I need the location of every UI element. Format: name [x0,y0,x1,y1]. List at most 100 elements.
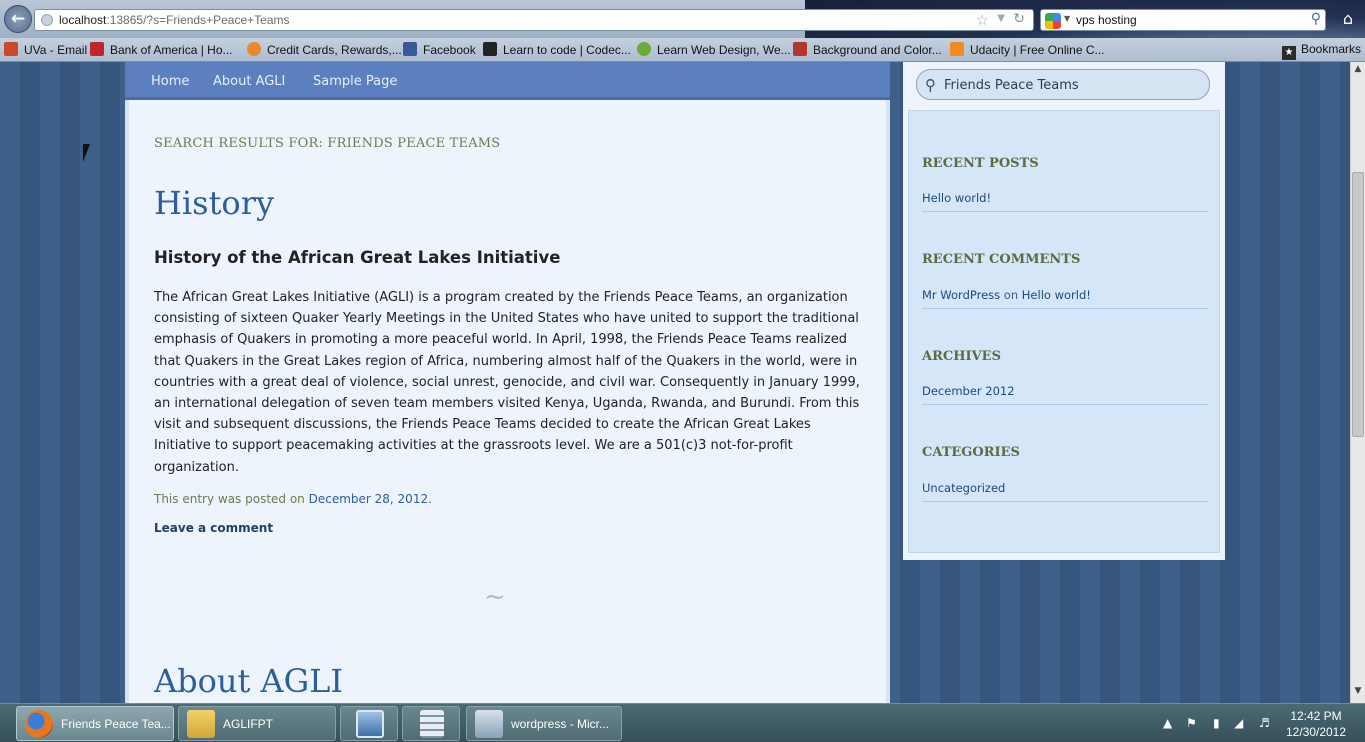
scroll-up-arrow-icon[interactable]: ▲ [1351,64,1365,79]
taskbar-item-sql-server[interactable]: wordpress - Micr... [466,706,622,741]
bookmark-favicon-icon [4,42,18,56]
taskbar-item-label: wordpress - Micr... [511,717,610,731]
widget-divider [922,211,1208,212]
bookmark-item[interactable]: Learn to code | Codec... [483,42,631,58]
search-icon: ⚲ [925,76,936,94]
search-results-heading: SEARCH RESULTS FOR: FRIENDS PEACE TEAMS [154,136,501,151]
bookmark-item[interactable]: Credit Cards, Rewards,... [247,42,402,58]
database-icon [475,710,503,738]
bookmark-item[interactable]: Learn Web Design, We... [637,42,791,58]
nav-item-about-agli[interactable]: About AGLI [213,74,285,89]
scrollbar-thumb[interactable] [1352,172,1364,437]
comment-post-link[interactable]: Hello world! [1022,288,1091,302]
browser-search-input[interactable]: vps hosting [1076,13,1137,27]
bookmark-item[interactable]: Facebook [403,42,476,58]
sidebar-widgets: RECENT POSTS Hello world! RECENT COMMENT… [908,110,1220,553]
nav-item-sample-page[interactable]: Sample Page [313,74,397,89]
windows-taskbar: Friends Peace Tea... AGLIFPT wordpress -… [0,703,1365,742]
nav-item-home[interactable]: Home [151,74,189,89]
bookmarks-menu-label: Bookmarks [1300,42,1361,56]
bookmarks-toolbar: UVa - Email Bank of America | Ho... Cred… [0,38,1365,62]
taskbar-item-folder[interactable]: AGLIFPT [178,706,336,741]
home-icon[interactable]: ⌂ [1338,9,1358,29]
widget-title-archives: ARCHIVES [922,349,1001,364]
bookmark-label: Facebook [423,43,476,57]
widget-divider [922,404,1208,405]
bookmarks-star-icon: ★ [1281,46,1296,60]
taskbar-item-label: Friends Peace Tea... [61,717,171,731]
bookmark-label: Bank of America | Ho... [110,43,233,57]
archive-link[interactable]: December 2012 [922,384,1015,398]
bookmark-item[interactable]: Bank of America | Ho... [90,42,233,58]
bookmark-label: Learn Web Design, We... [657,43,791,57]
bookmarks-menu-button[interactable]: ★ Bookmarks [1281,42,1361,60]
post-date-link[interactable]: December 28, 2012 [309,492,428,506]
bookmark-label: Udacity | Free Online C... [970,43,1105,57]
battery-icon[interactable]: ▮ [1213,716,1220,730]
bookmark-label: UVa - Email [24,43,88,57]
recent-comment: Mr WordPress on Hello world! [922,288,1091,302]
browser-search-bar[interactable]: ▼ vps hosting ⚲ [1040,9,1326,31]
post-body: The African Great Lakes Initiative (AGLI… [154,290,860,475]
monitor-icon [356,710,384,738]
bookmark-item[interactable]: Udacity | Free Online C... [950,42,1105,58]
site-identity-icon[interactable] [41,14,53,26]
back-button[interactable]: ← [4,5,32,33]
bookmark-label: Credit Cards, Rewards,... [267,43,402,57]
post-meta-suffix: . [428,492,432,506]
widget-title-categories: CATEGORIES [922,445,1020,460]
search-go-icon[interactable]: ⚲ [1311,11,1321,27]
history-dropdown-icon[interactable]: ▼ [997,13,1005,24]
widget-divider [922,308,1208,309]
system-clock[interactable]: 12:42 PM 12/30/2012 [1280,708,1352,740]
sidebar-search-value[interactable]: Friends Peace Teams [944,78,1079,93]
bookmark-favicon-icon [637,42,651,56]
page-viewport: Home About AGLI Sample Page SEARCH RESUL… [0,62,1350,703]
folder-icon [187,710,215,738]
bookmark-favicon-icon [90,42,104,56]
browser-toolbar: ← localhost:13865/?s=Friends+Peace+Teams… [0,0,1365,62]
show-hidden-icons-arrow-icon[interactable]: ▲ [1163,716,1172,730]
clock-time: 12:42 PM [1290,709,1342,723]
bookmark-star-icon[interactable]: ☆ [976,11,989,29]
site-navigation: Home About AGLI Sample Page [125,62,890,100]
taskbar-item-firefox[interactable]: Friends Peace Tea... [16,706,174,741]
bookmark-item[interactable]: UVa - Email [4,42,87,58]
bookmark-favicon-icon [403,42,417,56]
bookmark-item[interactable]: Background and Color... [793,42,942,58]
post-meta: This entry was posted on December 28, 20… [154,492,432,506]
reload-icon[interactable]: ↻ [1013,11,1025,27]
recent-post-link[interactable]: Hello world! [922,191,991,205]
page-scrollbar[interactable]: ▲ ▼ [1350,62,1365,703]
post-divider-ornament: ~ [484,582,506,612]
category-link[interactable]: Uncategorized [922,481,1005,495]
calculator-icon [420,710,444,738]
mouse-cursor-icon [83,144,97,162]
next-post-title[interactable]: About AGLI [154,662,343,700]
bookmark-favicon-icon [950,42,964,56]
network-signal-icon[interactable]: ◢ [1234,716,1243,730]
firefox-icon [25,710,53,738]
comment-author-link[interactable]: Mr WordPress [922,288,1000,302]
post-title[interactable]: History [154,184,274,222]
taskbar-item-label: AGLIFPT [223,717,274,731]
search-engine-icon[interactable] [1045,13,1061,29]
sidebar: ⚲ Friends Peace Teams RECENT POSTS Hello… [903,62,1225,560]
address-text[interactable]: localhost:13865/?s=Friends+Peace+Teams [59,13,290,27]
bookmark-favicon-icon [793,42,807,56]
bookmark-favicon-icon [483,42,497,56]
address-bar[interactable]: localhost:13865/?s=Friends+Peace+Teams ☆… [34,9,1034,31]
taskbar-item-remote-desktop[interactable] [340,706,398,741]
action-center-flag-icon[interactable]: ⚑ [1186,716,1197,730]
widget-title-recent-posts: RECENT POSTS [922,156,1039,171]
main-content: SEARCH RESULTS FOR: FRIENDS PEACE TEAMS … [125,100,890,703]
sidebar-search-input[interactable]: ⚲ Friends Peace Teams [916,69,1210,100]
taskbar-item-calculator[interactable] [402,706,460,741]
scroll-down-arrow-icon[interactable]: ▼ [1351,686,1365,701]
comment-on-text: on [1000,288,1022,302]
leave-comment-link[interactable]: Leave a comment [154,521,273,535]
widget-divider [922,501,1208,502]
widget-title-recent-comments: RECENT COMMENTS [922,252,1081,267]
search-engine-dropdown-icon[interactable]: ▼ [1064,14,1070,23]
volume-icon[interactable]: ♬ [1259,716,1270,730]
